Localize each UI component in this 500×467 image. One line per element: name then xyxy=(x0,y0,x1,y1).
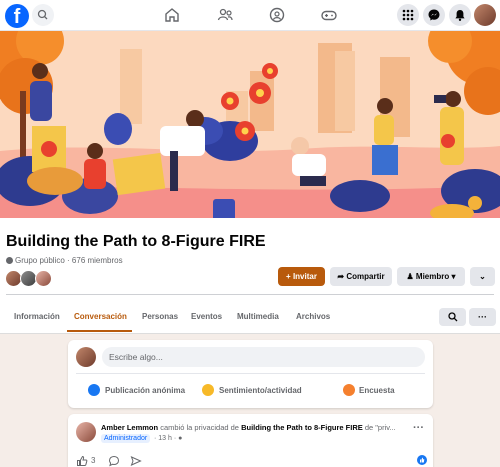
group-title[interactable]: Building the Path to 8-Figure FIRE xyxy=(6,233,266,251)
tab-multimedia[interactable]: Multimedia xyxy=(237,312,279,321)
share-label: Compartir xyxy=(346,272,385,281)
home-icon[interactable] xyxy=(163,6,181,24)
member-avatar[interactable] xyxy=(35,270,52,287)
like-reaction-icon xyxy=(417,455,427,465)
post-action-text: cambió la privacidad de xyxy=(160,423,239,432)
post-time-text: · 13 h · xyxy=(154,435,177,442)
poll-icon xyxy=(343,384,355,396)
post-composer: Escribe algo... Publicación anónima Sent… xyxy=(68,340,433,408)
feed-post: Amber Lemmon cambió la privacidad de Bui… xyxy=(68,414,433,467)
tab-personas[interactable]: Personas xyxy=(142,312,178,321)
member-label: Miembro xyxy=(415,272,450,281)
groups-icon[interactable] xyxy=(268,6,286,24)
group-more-button[interactable]: ··· xyxy=(469,308,496,326)
post-header-text: Amber Lemmon cambió la privacidad de Bui… xyxy=(101,423,396,432)
post-group-link[interactable]: Building the Path to 8-Figure FIRE xyxy=(241,423,363,432)
group-meta: Grupo público · 676 miembros xyxy=(6,256,123,265)
expand-more-button[interactable]: ⌄ xyxy=(470,267,495,286)
group-cover-photo xyxy=(0,31,500,218)
comment-icon[interactable] xyxy=(108,455,120,467)
account-avatar[interactable] xyxy=(474,4,496,26)
tab-archivos[interactable]: Archivos xyxy=(296,312,330,321)
gaming-icon[interactable] xyxy=(320,6,338,24)
caret-down-icon: ▾ xyxy=(451,272,456,281)
friends-icon[interactable] xyxy=(216,6,234,24)
active-tab-indicator xyxy=(67,330,132,332)
anonymous-post-icon xyxy=(88,384,100,396)
search-icon[interactable] xyxy=(32,4,54,26)
tab-conversacion[interactable]: Conversación xyxy=(74,312,127,321)
poll-button[interactable]: Encuesta xyxy=(359,386,395,395)
composer-divider xyxy=(76,373,425,374)
menu-grid-icon[interactable] xyxy=(397,4,419,26)
share-icon[interactable] xyxy=(130,455,142,467)
post-timestamp[interactable]: · 13 h · ● xyxy=(154,435,182,442)
tab-eventos[interactable]: Eventos xyxy=(191,312,222,321)
globe-icon xyxy=(6,257,13,264)
feeling-activity-icon xyxy=(202,384,214,396)
cover-illustration xyxy=(0,31,500,218)
feeling-activity-button[interactable]: Sentimiento/actividad xyxy=(219,386,302,395)
anonymous-post-button[interactable]: Publicación anónima xyxy=(105,386,185,395)
member-icon: ♟ xyxy=(406,272,414,281)
post-author-name[interactable]: Amber Lemmon xyxy=(101,423,158,432)
group-meta-text: Grupo público · 676 miembros xyxy=(15,256,123,265)
like-icon[interactable] xyxy=(76,455,88,467)
share-icon: ➦ xyxy=(337,272,345,281)
top-navigation-bar: f xyxy=(0,0,500,31)
bell-icon[interactable] xyxy=(449,4,471,26)
tab-informacion[interactable]: Información xyxy=(14,312,60,321)
post-action-end: de "priv... xyxy=(364,423,396,432)
group-header: Building the Path to 8-Figure FIRE Grupo… xyxy=(0,218,500,334)
share-button[interactable]: ➦ Compartir xyxy=(330,267,392,286)
messenger-icon[interactable] xyxy=(423,4,445,26)
composer-input[interactable]: Escribe algo... xyxy=(102,347,425,367)
like-count: 3 xyxy=(91,456,96,465)
facebook-logo[interactable]: f xyxy=(5,4,29,28)
composer-avatar[interactable] xyxy=(76,347,96,367)
header-divider xyxy=(6,294,494,295)
post-author-avatar[interactable] xyxy=(76,422,96,442)
admin-badge: Administrador xyxy=(101,434,151,443)
globe-icon: ● xyxy=(178,435,183,442)
post-more-options[interactable]: ··· xyxy=(413,422,424,434)
group-search-button[interactable] xyxy=(439,308,466,326)
invite-button[interactable]: + Invitar xyxy=(278,267,325,286)
member-button[interactable]: ♟ Miembro ▾ xyxy=(397,267,465,286)
search-icon xyxy=(447,312,457,322)
